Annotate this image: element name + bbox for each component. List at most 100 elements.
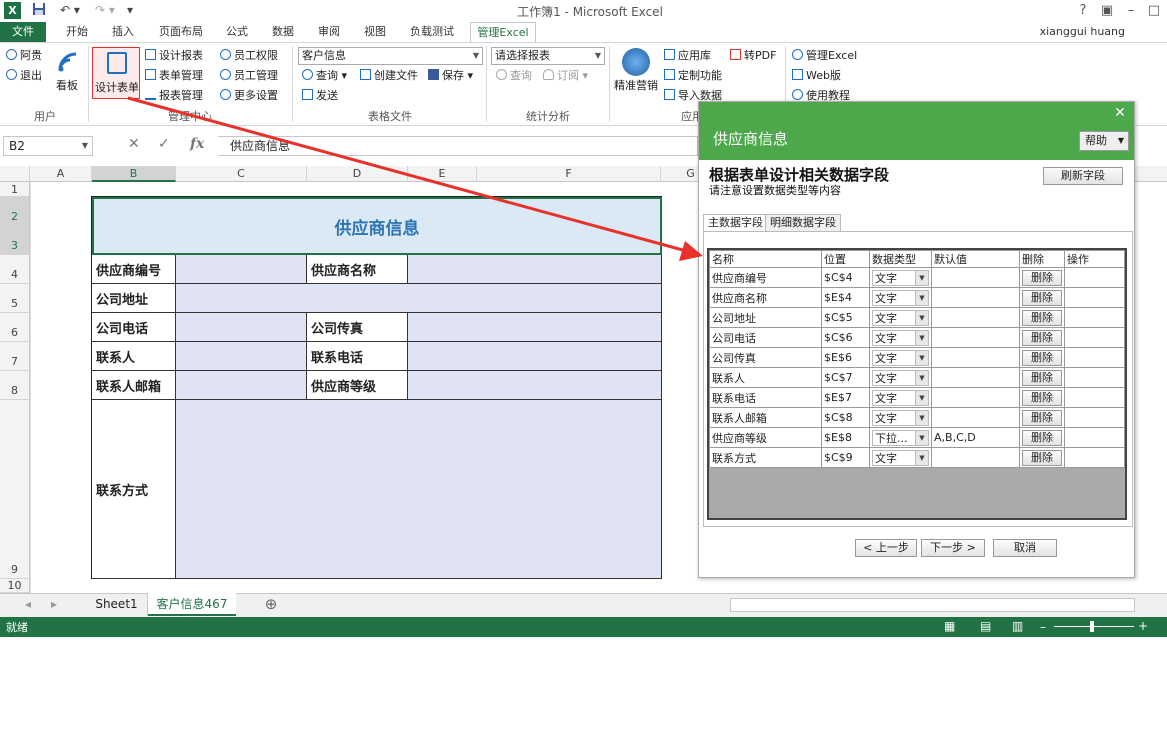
user-name[interactable]: xianggui huang bbox=[1040, 22, 1125, 42]
field-default[interactable] bbox=[931, 367, 1020, 388]
name-box[interactable]: B2 ▼ bbox=[3, 136, 93, 156]
prev-step-button[interactable]: < 上一步 bbox=[855, 539, 917, 557]
delete-button[interactable]: 删除 bbox=[1022, 449, 1062, 466]
row-header-8[interactable]: 8 bbox=[0, 371, 30, 400]
sheet-tab-customer[interactable]: 客户信息467 bbox=[148, 593, 236, 616]
table-row[interactable]: 联系人邮箱 $C$8 文字 ▼ 删除 bbox=[709, 407, 1125, 428]
report-manage-button[interactable]: 报表管理 bbox=[145, 88, 203, 104]
tab-detail-fields[interactable]: 明细数据字段 bbox=[765, 214, 841, 232]
next-step-button[interactable]: 下一步 > bbox=[921, 539, 985, 557]
field-type-select[interactable]: 下拉... ▼ bbox=[872, 429, 929, 446]
table-row[interactable]: 联系人 $C$7 文字 ▼ 删除 bbox=[709, 367, 1125, 388]
row-header-7[interactable]: 7 bbox=[0, 342, 30, 371]
label-phone[interactable]: 公司电话 bbox=[92, 313, 176, 342]
staff-permission-button[interactable]: 员工权限 bbox=[220, 48, 278, 64]
field-name[interactable]: 供应商等级 bbox=[709, 427, 822, 448]
field-default[interactable] bbox=[931, 447, 1020, 468]
delete-button[interactable]: 删除 bbox=[1022, 309, 1062, 326]
column-header-b[interactable]: B bbox=[92, 166, 176, 182]
table-row[interactable]: 公司电话 $C$6 文字 ▼ 删除 bbox=[709, 327, 1125, 348]
delete-button[interactable]: 删除 bbox=[1022, 409, 1062, 426]
delete-button[interactable]: 删除 bbox=[1022, 329, 1062, 346]
input-contact[interactable] bbox=[176, 342, 307, 371]
tab-insert[interactable]: 插入 bbox=[104, 22, 142, 42]
sheet-prev-icon[interactable]: ◂ bbox=[20, 593, 36, 616]
column-header-c[interactable]: C bbox=[176, 166, 307, 182]
column-header-e[interactable]: E bbox=[408, 166, 477, 182]
sheet-tab-sheet1[interactable]: Sheet1 bbox=[86, 593, 148, 616]
fx-icon[interactable]: fx bbox=[190, 136, 204, 152]
field-position[interactable]: $E$7 bbox=[821, 387, 870, 408]
field-type-select[interactable]: 文字 ▼ bbox=[872, 329, 929, 346]
field-default[interactable] bbox=[931, 407, 1020, 428]
dashboard-button[interactable]: 看板 bbox=[56, 78, 78, 94]
table-row[interactable]: 供应商名称 $E$4 文字 ▼ 删除 bbox=[709, 287, 1125, 308]
delete-button[interactable]: 删除 bbox=[1022, 269, 1062, 286]
label-supplier-no[interactable]: 供应商编号 bbox=[92, 255, 176, 284]
field-default[interactable] bbox=[931, 327, 1020, 348]
input-level[interactable] bbox=[408, 371, 662, 400]
cancel-button[interactable]: 取消 bbox=[993, 539, 1057, 557]
field-position[interactable]: $E$8 bbox=[821, 427, 870, 448]
field-type-select[interactable]: 文字 ▼ bbox=[872, 369, 929, 386]
normal-view-icon[interactable]: ▦ bbox=[944, 619, 955, 633]
label-fax[interactable]: 公司传真 bbox=[307, 313, 408, 342]
send-button[interactable]: 发送 bbox=[302, 88, 338, 104]
field-type-select[interactable]: 文字 ▼ bbox=[872, 449, 929, 466]
input-address[interactable] bbox=[176, 284, 662, 313]
stats-query-button[interactable]: 查询 bbox=[496, 68, 532, 84]
field-action[interactable] bbox=[1064, 267, 1125, 288]
delete-button[interactable]: 删除 bbox=[1022, 389, 1062, 406]
create-file-button[interactable]: 创建文件 bbox=[360, 68, 418, 84]
form-title-cell[interactable]: 供应商信息 bbox=[92, 197, 662, 255]
tab-master-fields[interactable]: 主数据字段 bbox=[703, 214, 768, 232]
tab-view[interactable]: 视图 bbox=[356, 22, 394, 42]
tab-formulas[interactable]: 公式 bbox=[218, 22, 256, 42]
tab-manage-excel[interactable]: 管理Excel bbox=[470, 22, 536, 42]
label-supplier-name[interactable]: 供应商名称 bbox=[307, 255, 408, 284]
field-type-select[interactable]: 文字 ▼ bbox=[872, 349, 929, 366]
label-contact-method[interactable]: 联系方式 bbox=[92, 400, 176, 579]
row-header-1[interactable]: 1 bbox=[0, 182, 30, 197]
customize-qa-icon[interactable]: ▾ bbox=[123, 2, 137, 19]
field-default[interactable] bbox=[931, 387, 1020, 408]
label-level[interactable]: 供应商等级 bbox=[307, 371, 408, 400]
save-button[interactable]: 保存 ▾ bbox=[428, 68, 473, 84]
formula-input[interactable]: 供应商信息 bbox=[218, 136, 698, 156]
field-action[interactable] bbox=[1064, 347, 1125, 368]
field-action[interactable] bbox=[1064, 387, 1125, 408]
page-layout-view-icon[interactable]: ▤ bbox=[980, 619, 991, 633]
manage-excel-button[interactable]: 管理Excel bbox=[792, 48, 857, 64]
label-address[interactable]: 公司地址 bbox=[92, 284, 176, 313]
field-type-select[interactable]: 文字 ▼ bbox=[872, 389, 929, 406]
input-fax[interactable] bbox=[408, 313, 662, 342]
enter-check-icon[interactable]: ✓ bbox=[158, 136, 170, 152]
table-row[interactable]: 供应商等级 $E$8 下拉... ▼ A,B,C,D 删除 bbox=[709, 427, 1125, 448]
page-break-view-icon[interactable]: ▥ bbox=[1012, 619, 1023, 633]
delete-button[interactable]: 删除 bbox=[1022, 289, 1062, 306]
undo-icon[interactable]: ↶ ▾ bbox=[55, 2, 85, 19]
field-position[interactable]: $C$4 bbox=[821, 267, 870, 288]
column-header-d[interactable]: D bbox=[307, 166, 408, 182]
field-position[interactable]: $C$7 bbox=[821, 367, 870, 388]
row-header-2[interactable]: 2 bbox=[0, 197, 30, 227]
field-type-select[interactable]: 文字 ▼ bbox=[872, 409, 929, 426]
field-default[interactable] bbox=[931, 307, 1020, 328]
close-icon[interactable]: ✕ bbox=[1111, 104, 1129, 122]
row-header-5[interactable]: 5 bbox=[0, 284, 30, 313]
field-action[interactable] bbox=[1064, 447, 1125, 468]
table-row[interactable]: 公司地址 $C$5 文字 ▼ 删除 bbox=[709, 307, 1125, 328]
subscribe-button[interactable]: 订阅 ▾ bbox=[543, 68, 588, 84]
row-header-9[interactable]: 9 bbox=[0, 400, 30, 579]
field-position[interactable]: $C$8 bbox=[821, 407, 870, 428]
input-contact-method[interactable] bbox=[176, 400, 662, 579]
label-contact[interactable]: 联系人 bbox=[92, 342, 176, 371]
zoom-slider-thumb[interactable] bbox=[1090, 621, 1094, 632]
to-pdf-button[interactable]: 转PDF bbox=[730, 48, 776, 64]
field-name[interactable]: 公司电话 bbox=[709, 327, 822, 348]
help-icon[interactable]: ? bbox=[1070, 0, 1096, 22]
field-default[interactable]: A,B,C,D bbox=[931, 427, 1020, 448]
input-phone[interactable] bbox=[176, 313, 307, 342]
row-header-3[interactable]: 3 bbox=[0, 227, 30, 255]
ribbon-options-icon[interactable]: ▣ bbox=[1094, 0, 1120, 22]
